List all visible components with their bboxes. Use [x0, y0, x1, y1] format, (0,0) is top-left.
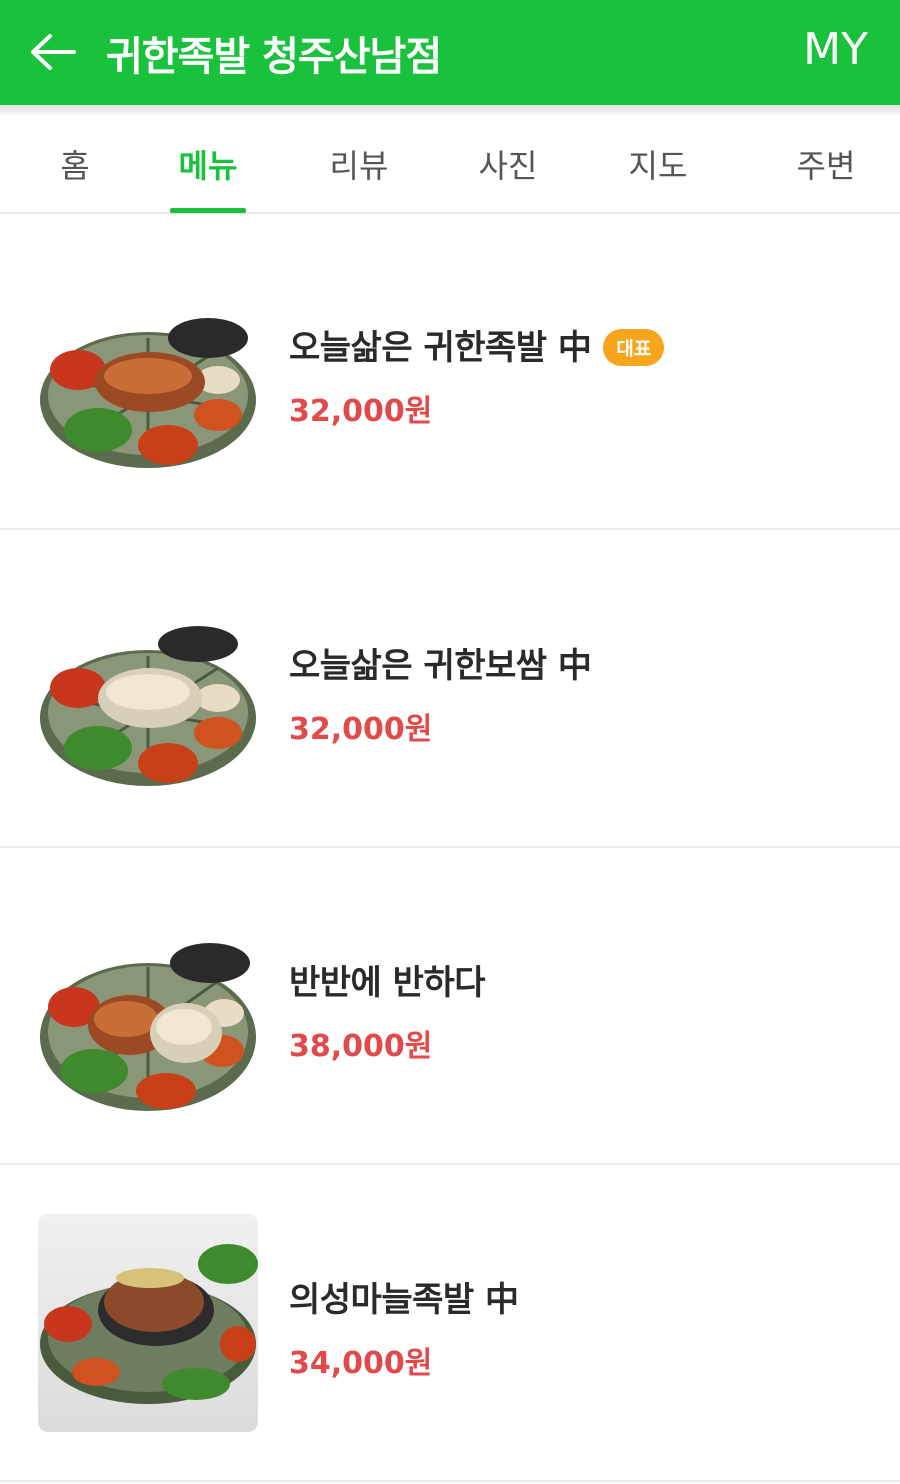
menu-item-price: 32,000원	[289, 394, 433, 429]
menu-item-price: 38,000원	[289, 1029, 433, 1064]
menu-item-photo	[38, 598, 258, 816]
tab-menu[interactable]: 메뉴	[150, 115, 266, 212]
tab-bar: 홈 메뉴 리뷰 사진 지도 주변	[0, 115, 900, 214]
my-button[interactable]: MY	[803, 24, 868, 75]
tab-photo[interactable]: 사진	[452, 115, 564, 212]
arrow-left-icon	[31, 34, 76, 70]
menu-item-name: 오늘삶은 귀한보쌈 中	[289, 646, 592, 686]
menu-item[interactable]: 오늘삶은 귀한족발 中 대표 32,000원	[0, 214, 900, 530]
menu-item-photo	[38, 1214, 258, 1432]
menu-item-name: 반반에 반하다	[289, 963, 486, 1003]
header-divider	[0, 105, 900, 115]
menu-item-price: 34,000원	[289, 1346, 433, 1381]
page-title: 귀한족발 청주산남점	[106, 34, 442, 80]
tab-review[interactable]: 리뷰	[266, 115, 452, 212]
signature-badge: 대표	[603, 329, 665, 366]
menu-item-photo	[38, 280, 258, 498]
tab-nearby[interactable]: 주변	[752, 115, 900, 212]
tab-home[interactable]: 홈	[0, 115, 150, 212]
menu-item-price: 32,000원	[289, 712, 433, 747]
menu-item[interactable]: 오늘삶은 귀한보쌈 中 32,000원	[0, 532, 900, 848]
menu-item[interactable]: 반반에 반하다 38,000원	[0, 849, 900, 1165]
tab-map[interactable]: 지도	[564, 115, 752, 212]
menu-item-name: 의성마늘족발 中	[289, 1280, 519, 1320]
menu-item-name: 오늘삶은 귀한족발 中 대표	[289, 320, 665, 369]
menu-item[interactable]: 의성마늘족발 中 34,000원	[0, 1166, 900, 1482]
menu-item-photo	[38, 915, 258, 1133]
app-header: 귀한족발 청주산남점 MY	[0, 0, 900, 105]
back-button[interactable]	[26, 28, 80, 76]
